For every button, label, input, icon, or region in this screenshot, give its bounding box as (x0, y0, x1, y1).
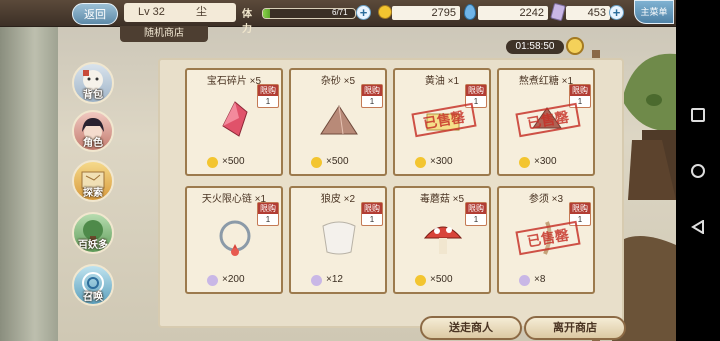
price-value: ×500 (222, 156, 245, 167)
gold-coin-icon (378, 5, 392, 19)
player-name: 尘 (196, 6, 207, 18)
shop-item-card[interactable]: 黄油 ×1 限购 1 ×300 已售罄 (393, 68, 491, 176)
recent-apps-icon[interactable] (691, 108, 705, 122)
player-level: Lv 32 (138, 6, 165, 18)
limit-count: 1 (369, 215, 375, 224)
limit-label: 限购 (362, 203, 382, 214)
side-nav-label: 背包 (83, 90, 103, 101)
side-nav-label: 百妖多 (78, 240, 108, 251)
player-info-panel: Lv 32 尘 (124, 3, 236, 22)
shop-item-card[interactable]: 天火限心链 ×1 限购 1 ×200 (185, 186, 283, 294)
crystal-icon (311, 275, 322, 286)
main-menu-button[interactable]: 主菜单 (634, 0, 674, 24)
gem-amount: 2242 (478, 6, 548, 20)
back-triangle-icon[interactable] (691, 220, 705, 234)
side-nav-explore[interactable]: 探索 (72, 160, 114, 202)
price-value: ×12 (326, 274, 343, 285)
clock-icon[interactable] (566, 37, 584, 55)
shop-item-card[interactable]: 熬煮红糖 ×1 限购 1 ×300 已售罄 (497, 68, 595, 176)
side-nav-label: 角色 (83, 138, 103, 149)
water-drop-gem-icon (464, 4, 476, 20)
stamina-label: 体力 (242, 9, 252, 35)
android-navigation-bar (676, 0, 720, 341)
purchase-limit-badge: 限购 1 (257, 84, 279, 108)
crystal-amount: 453 (566, 6, 610, 20)
limit-count: 1 (265, 97, 271, 106)
purchase-limit-badge: 限购 1 (361, 84, 383, 108)
limit-count: 1 (369, 97, 375, 106)
side-nav-label: 探索 (83, 188, 103, 199)
breadcrumb: 随机商店 (120, 26, 208, 42)
limit-label: 限购 (258, 203, 278, 214)
crystal-icon (519, 275, 530, 286)
limit-label: 限购 (570, 203, 590, 214)
shop-item-card[interactable]: 毒蘑菇 ×5 限购 1 ×500 (393, 186, 491, 294)
add-stamina-button[interactable]: + (356, 5, 371, 20)
gem-icon (222, 101, 248, 137)
leave-shop-button[interactable]: 离开商店 (524, 316, 626, 340)
gold-coin-icon (415, 275, 426, 286)
limit-label: 限购 (362, 85, 382, 96)
purchase-limit-badge: 限购 1 (465, 202, 487, 226)
pelt-icon (322, 221, 356, 255)
shop-item-card[interactable]: 狼皮 ×2 限购 1 ×12 (289, 186, 387, 294)
limit-label: 限购 (466, 85, 486, 96)
side-nav-character[interactable]: 角色 (72, 110, 114, 152)
gold-coin-icon (207, 157, 218, 168)
left-curtain-decoration (0, 0, 58, 341)
limit-label: 限购 (258, 85, 278, 96)
side-nav-bag[interactable]: 背包 (72, 62, 114, 104)
mushroom-icon (423, 226, 463, 254)
price-value: ×500 (326, 156, 349, 167)
shop-item-card[interactable]: 杂砂 ×5 限购 1 ×500 (289, 68, 387, 176)
price-value: ×500 (430, 274, 453, 285)
shop-item-card[interactable]: 参须 ×3 限购 1 ×8 已售罄 (497, 186, 595, 294)
purchase-limit-badge: 限购 1 (257, 202, 279, 226)
side-nav-yokai[interactable]: 百妖多 (72, 212, 114, 254)
side-nav-summon[interactable]: 召唤 (72, 264, 114, 306)
price-value: ×300 (534, 156, 557, 167)
purchase-limit-badge: 限购 1 (361, 202, 383, 226)
back-button[interactable]: 返回 (72, 3, 118, 25)
price-value: ×8 (534, 274, 546, 285)
send-merchant-button[interactable]: 送走商人 (420, 316, 522, 340)
gold-coin-icon (519, 157, 530, 168)
crystal-icon (207, 275, 218, 286)
necklace-icon (219, 220, 251, 256)
restock-timer: 01:58:50 (506, 40, 564, 54)
limit-count: 1 (473, 215, 479, 224)
game-screen: 返回 Lv 32 尘 体力 6/71 + 2795 2242 453 + 主菜单… (0, 0, 676, 341)
sand-icon (320, 105, 358, 135)
add-crystal-button[interactable]: + (609, 5, 624, 20)
gold-amount: 2795 (392, 6, 460, 20)
limit-label: 限购 (570, 85, 590, 96)
price-value: ×200 (222, 274, 245, 285)
stamina-fill (263, 9, 271, 18)
gold-coin-icon (415, 157, 426, 168)
side-nav-label: 召唤 (83, 292, 103, 303)
home-icon[interactable] (691, 164, 705, 178)
price-value: ×300 (430, 156, 453, 167)
limit-label: 限购 (466, 203, 486, 214)
stamina-value: 6/71 (332, 8, 348, 17)
gold-coin-icon (311, 157, 322, 168)
shop-item-card[interactable]: 宝石碎片 ×5 限购 1 ×500 (185, 68, 283, 176)
limit-count: 1 (265, 215, 271, 224)
